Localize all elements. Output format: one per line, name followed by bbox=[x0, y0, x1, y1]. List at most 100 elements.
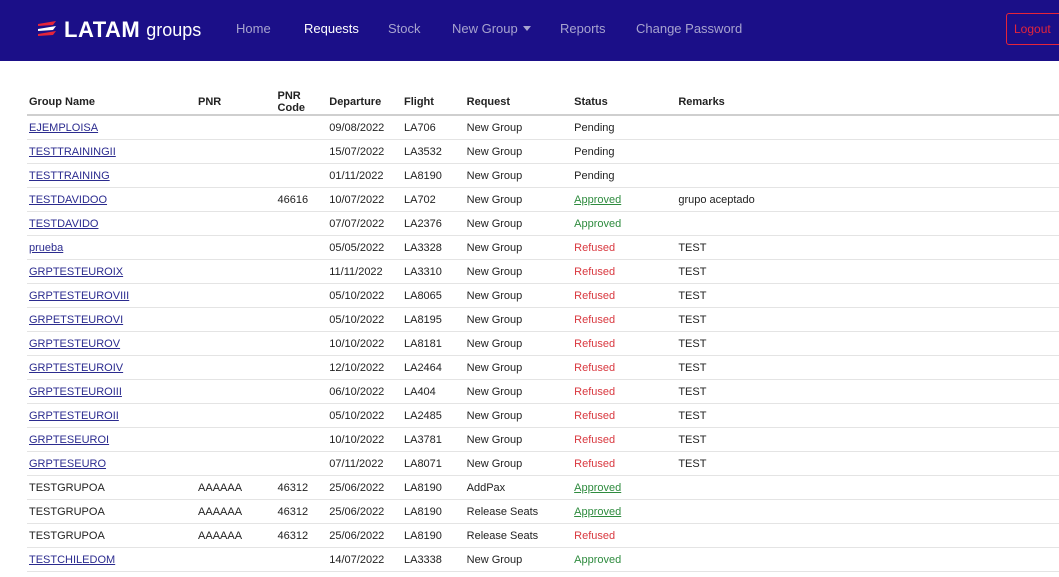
table-row: GRPTESTEUROIV 12/10/2022 LA2464 New Group Re… bbox=[27, 355, 1059, 380]
caret-down-icon bbox=[522, 26, 531, 31]
cell-pnr bbox=[196, 211, 276, 236]
cell-departure: 07/07/2022 bbox=[327, 211, 402, 236]
status-badge: Refused bbox=[574, 241, 616, 254]
latam-logo[interactable]: LATAM groups bbox=[36, 17, 201, 43]
group-name-link[interactable]: TESTTRAINING bbox=[29, 170, 110, 182]
cell-departure: 09/08/2022 bbox=[327, 115, 402, 140]
group-name-link[interactable]: GRPTESTEUROII bbox=[29, 410, 119, 422]
cell-status: Refused bbox=[572, 451, 677, 476]
cell-flight: LA702 bbox=[401, 187, 465, 212]
cell-pnr bbox=[196, 403, 276, 428]
cell-group-name: TESTTRAININGII bbox=[27, 139, 197, 164]
cell-departure: 10/10/2022 bbox=[327, 331, 402, 356]
cell-request: New Group bbox=[464, 139, 573, 164]
cell-flight: LA8190 bbox=[401, 499, 465, 524]
group-name-link[interactable]: GRPTESEUROI bbox=[29, 434, 109, 446]
cell-remarks: grupo aceptado bbox=[676, 187, 1059, 212]
cell-flight: LA3310 bbox=[401, 259, 465, 284]
status-badge[interactable]: Approved bbox=[574, 194, 621, 206]
group-name-link[interactable]: GRPTESTEUROV bbox=[29, 338, 120, 350]
cell-remarks: TEST bbox=[676, 451, 1059, 476]
cell-group-name: GRPTESTEUROVIII bbox=[27, 283, 197, 308]
cell-group-name: GRPTESEUROI bbox=[27, 427, 197, 452]
cell-request: New Group bbox=[464, 403, 573, 428]
cell-remarks: TEST bbox=[676, 403, 1059, 428]
cell-status: Approved bbox=[572, 211, 677, 236]
nav-requests[interactable]: Requests bbox=[304, 21, 359, 36]
cell-pnr bbox=[196, 379, 276, 404]
table-row: TESTTRAINING 01/11/2022 LA8190 New Group Pen… bbox=[27, 163, 1059, 188]
nav-reports[interactable]: Reports bbox=[560, 21, 606, 36]
nav-new-group-label: New Group bbox=[452, 21, 518, 36]
table-row: GRPETSTEUROVI 05/10/2022 LA8195 New Group Re… bbox=[27, 307, 1059, 332]
status-badge: Refused bbox=[574, 529, 616, 542]
cell-flight: LA8190 bbox=[401, 163, 465, 188]
group-name-link[interactable]: GRPTESTEUROIV bbox=[29, 362, 123, 374]
header-pnr-code: PNR Code bbox=[275, 90, 328, 116]
cell-departure: 05/05/2022 bbox=[327, 235, 402, 260]
cell-departure: 10/07/2022 bbox=[327, 187, 402, 212]
status-badge: Refused bbox=[574, 289, 616, 302]
table-header-row: Group Name PNR PNR Code Departure Flight… bbox=[27, 90, 1059, 116]
cell-pnr-code bbox=[275, 307, 328, 332]
table-row: TESTDAVIDO 07/07/2022 LA2376 New Group Appro… bbox=[27, 211, 1059, 236]
group-name-link[interactable]: TESTDAVIDO bbox=[29, 218, 98, 230]
table-row: TESTDAVIDOO 46616 10/07/2022 LA702 New Group… bbox=[27, 187, 1059, 212]
group-name-link[interactable]: prueba bbox=[29, 242, 63, 254]
cell-status: Approved bbox=[572, 547, 677, 572]
nav-home[interactable]: Home bbox=[236, 21, 271, 36]
table-row: GRPTESTEUROV 10/10/2022 LA8181 New Group Ref… bbox=[27, 331, 1059, 356]
group-name-link[interactable]: GRPTESTEUROIX bbox=[29, 266, 123, 278]
group-name-link[interactable]: GRPTESTEUROVIII bbox=[29, 290, 129, 302]
cell-flight: LA2464 bbox=[401, 355, 465, 380]
logout-button[interactable]: Logout bbox=[1006, 13, 1059, 45]
cell-remarks: TEST bbox=[676, 307, 1059, 332]
cell-remarks bbox=[676, 547, 1059, 572]
cell-pnr bbox=[196, 427, 276, 452]
cell-pnr bbox=[196, 355, 276, 380]
cell-pnr bbox=[196, 235, 276, 260]
cell-flight: LA404 bbox=[401, 379, 465, 404]
cell-status: Refused bbox=[572, 331, 677, 356]
nav-change-password[interactable]: Change Password bbox=[636, 21, 742, 36]
group-name-link[interactable]: GRPTESTEUROIII bbox=[29, 386, 122, 398]
cell-request: New Group bbox=[464, 115, 573, 140]
cell-group-name: prueba bbox=[27, 235, 197, 260]
cell-departure: 14/07/2022 bbox=[327, 547, 402, 572]
cell-pnr-code bbox=[275, 235, 328, 260]
table-row: GRPTESTEUROIII 06/10/2022 LA404 New Group Re… bbox=[27, 379, 1059, 404]
cell-status: Pending bbox=[572, 115, 677, 140]
group-name-link[interactable]: TESTTRAININGII bbox=[29, 146, 116, 158]
cell-pnr bbox=[196, 187, 276, 212]
cell-departure: 01/11/2022 bbox=[327, 163, 402, 188]
status-badge[interactable]: Approved bbox=[574, 482, 621, 494]
cell-pnr-code: 46312 bbox=[275, 523, 328, 548]
cell-group-name: GRPTESTEUROV bbox=[27, 331, 197, 356]
cell-departure: 12/10/2022 bbox=[327, 355, 402, 380]
table-row: prueba 05/05/2022 LA3328 New Group Refused TE… bbox=[27, 235, 1059, 260]
group-name-link[interactable]: GRPTESEURO bbox=[29, 458, 106, 470]
nav-new-group[interactable]: New Group bbox=[452, 21, 531, 36]
cell-pnr bbox=[196, 307, 276, 332]
cell-pnr bbox=[196, 547, 276, 572]
cell-flight: LA8190 bbox=[401, 475, 465, 500]
cell-flight: LA8065 bbox=[401, 283, 465, 308]
cell-remarks bbox=[676, 499, 1059, 524]
cell-request: New Group bbox=[464, 427, 573, 452]
group-name-text: TESTGRUPOA bbox=[29, 529, 105, 542]
status-badge[interactable]: Approved bbox=[574, 506, 621, 518]
cell-departure: 06/10/2022 bbox=[327, 379, 402, 404]
cell-group-name: TESTDAVIDOO bbox=[27, 187, 197, 212]
header-pnr: PNR bbox=[196, 90, 276, 116]
cell-group-name: GRPTESEURO bbox=[27, 451, 197, 476]
cell-pnr: AAAAAA bbox=[196, 499, 276, 524]
group-name-link[interactable]: TESTCHILEDOM bbox=[29, 554, 115, 566]
group-name-link[interactable]: EJEMPLOISA bbox=[29, 122, 98, 134]
group-name-link[interactable]: TESTDAVIDOO bbox=[29, 194, 107, 206]
group-name-link[interactable]: GRPETSTEUROVI bbox=[29, 314, 123, 326]
table-row: EJEMPLOISA 09/08/2022 LA706 New Group Pendin… bbox=[27, 115, 1059, 140]
cell-pnr bbox=[196, 451, 276, 476]
cell-request: New Group bbox=[464, 451, 573, 476]
nav-stock[interactable]: Stock bbox=[388, 21, 421, 36]
cell-departure: 05/10/2022 bbox=[327, 307, 402, 332]
